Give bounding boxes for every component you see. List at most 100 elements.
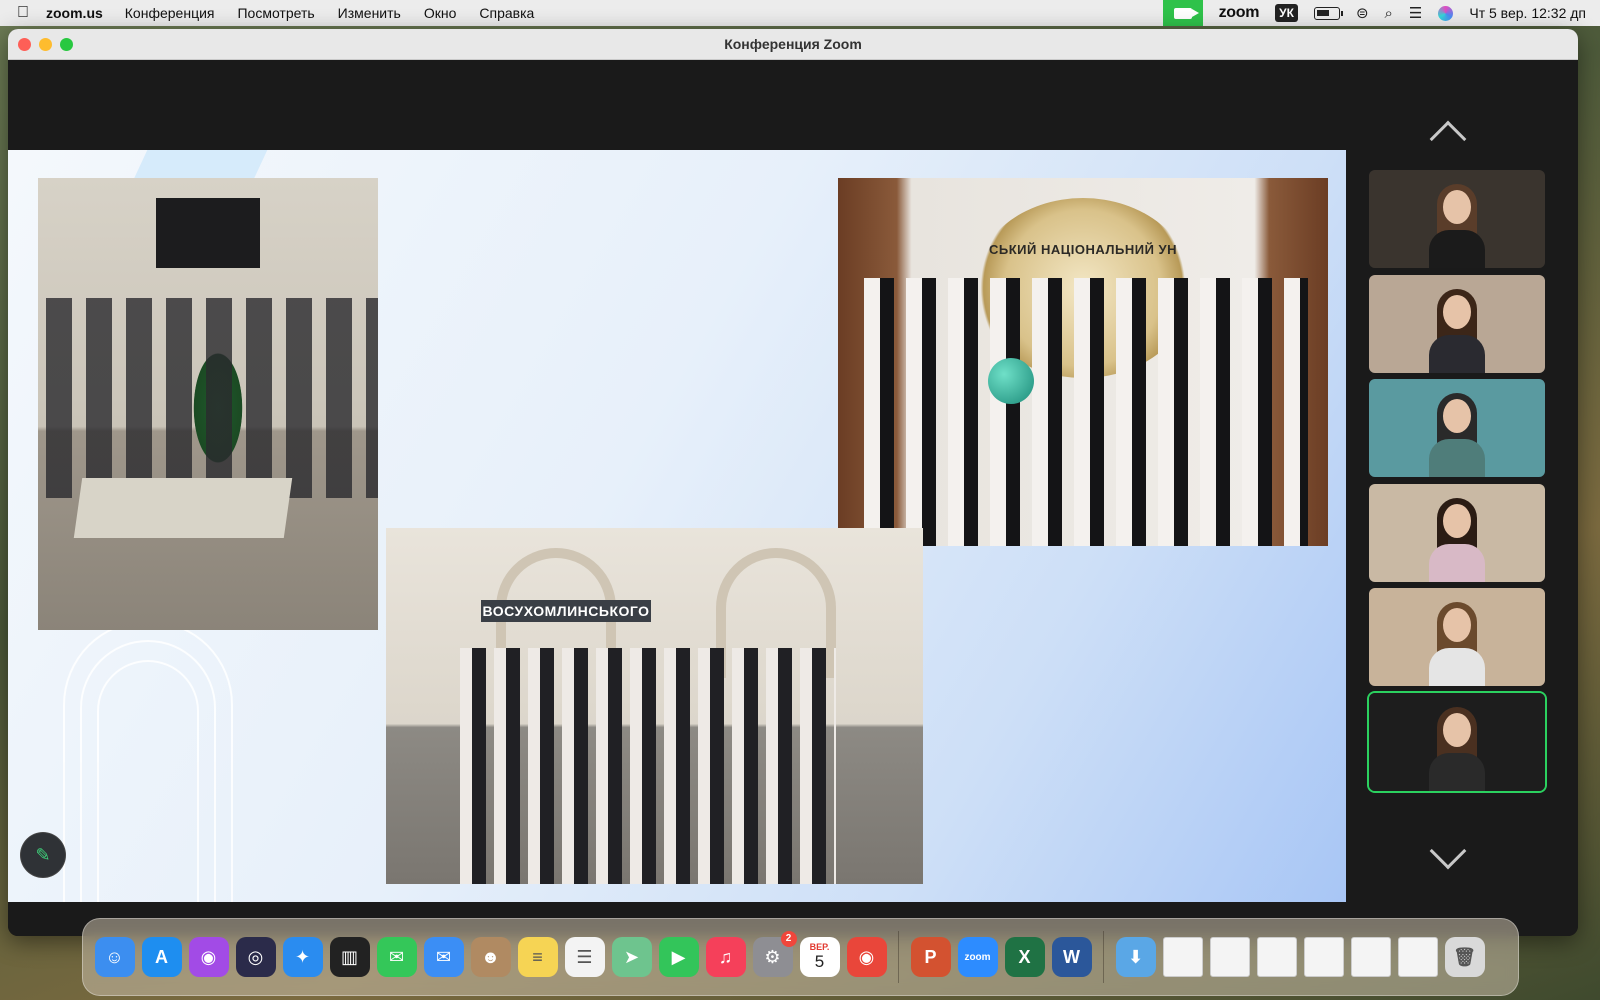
participants-strip [1348, 60, 1578, 936]
dock-glyph: ✉ [435, 946, 452, 967]
music-icon[interactable]: ♫ [705, 937, 746, 977]
siri-icon[interactable] [1438, 5, 1454, 21]
participant-avatar [1429, 287, 1485, 373]
dock-glyph: ▥ [340, 946, 358, 967]
participant-video-tile[interactable] [1369, 588, 1545, 686]
dock-glyph: zoom [964, 951, 991, 963]
window-titlebar: Конференция Zoom [8, 29, 1578, 60]
scroll-up-button[interactable] [1348, 116, 1548, 158]
siri-icon[interactable]: ◎ [235, 937, 276, 977]
zoom-icon[interactable]: zoom [957, 937, 998, 977]
torso [1429, 230, 1485, 268]
control-center-icon[interactable]: ☰ [1409, 4, 1422, 22]
menu-bar:  zoom.us Конференция Посмотреть Изменит… [0, 0, 1600, 26]
app-name-menu[interactable]: zoom.us [46, 5, 103, 21]
dock-glyph: A [155, 946, 168, 967]
people-group [858, 278, 1308, 546]
participant-avatar [1429, 600, 1485, 686]
dock-glyph: ✦ [294, 946, 311, 967]
participant-video-tile[interactable] [1369, 170, 1545, 268]
menu-view[interactable]: Посмотреть [237, 5, 314, 21]
people-group [38, 298, 378, 498]
finder-icon[interactable]: ☺ [94, 937, 135, 977]
dock-separator [898, 931, 899, 983]
balloon [988, 358, 1034, 404]
messages-icon[interactable]: ✉ [376, 937, 417, 977]
calendar-month: ВЕР. [809, 942, 830, 952]
document-thumbnail-icon[interactable] [1397, 937, 1438, 977]
dock-glyph: ⚙ [764, 946, 781, 967]
torso [1429, 648, 1485, 686]
dock-glyph: ≡ [532, 946, 543, 967]
document-thumbnail-icon[interactable] [1256, 937, 1297, 977]
menu-window[interactable]: Окно [424, 5, 457, 21]
torso [1429, 544, 1485, 582]
document-thumbnail-icon[interactable] [1303, 937, 1344, 977]
powerpoint-icon[interactable]: P [910, 937, 951, 977]
calendar-icon[interactable]: ВЕР. 5 [799, 937, 840, 977]
dock-glyph: ◉ [858, 946, 875, 967]
slide-decoration-arc [97, 660, 199, 902]
torso [1429, 439, 1485, 477]
document-thumbnail-icon[interactable] [1209, 937, 1250, 977]
participant-video-tile[interactable] [1369, 484, 1545, 582]
participant-video-tile[interactable] [1369, 275, 1545, 373]
face [1443, 608, 1471, 642]
input-language-indicator[interactable]: УК [1275, 4, 1298, 22]
document-thumbnail-icon[interactable] [1162, 937, 1203, 977]
participant-avatar [1429, 391, 1485, 477]
contacts-icon[interactable]: ☻ [470, 937, 511, 977]
shared-screen-area: СЬКИЙ НАЦІОНАЛЬНИЙ УН ВОСУХОМЛИНСЬКОГО ✎ [8, 60, 1348, 936]
screen-mirroring-icon[interactable]: ⊜ [1356, 4, 1369, 22]
battery-icon[interactable] [1313, 6, 1343, 20]
menu-bar-clock[interactable]: Чт 5 вер. 12:32 дп [1469, 5, 1586, 21]
podcasts-icon[interactable]: ◉ [188, 937, 229, 977]
mail-icon[interactable]: ✉ [423, 937, 464, 977]
people-group [456, 648, 836, 884]
window-title: Конференция Zoom [724, 36, 862, 52]
tv-screen [156, 198, 260, 268]
zoom-camera-status-icon[interactable] [1162, 0, 1203, 26]
scroll-down-button[interactable] [1348, 832, 1548, 870]
torso [1429, 335, 1485, 373]
search-icon[interactable]: ⌕ [1385, 5, 1393, 22]
christmas-group-photo [38, 178, 378, 630]
dock-glyph: ◉ [200, 946, 217, 967]
dock-glyph: 🗑 [1453, 946, 1476, 967]
system-settings-icon[interactable]: ⚙ 2 [752, 931, 797, 977]
apple-menu-icon[interactable]:  [0, 4, 46, 22]
excel-icon[interactable]: X [1004, 937, 1045, 977]
facetime-icon[interactable]: ▶ [658, 937, 699, 977]
participant-avatar [1429, 705, 1485, 791]
dock-glyph: ➤ [623, 946, 640, 967]
building-sign: ВОСУХОМЛИНСЬКОГО [481, 600, 651, 622]
annotate-pen-button[interactable]: ✎ [21, 833, 65, 877]
face [1443, 190, 1471, 224]
document-thumbnail-icon[interactable] [1350, 937, 1391, 977]
menu-edit[interactable]: Изменить [338, 5, 401, 21]
dock-separator [1103, 931, 1104, 983]
dock-glyph: ▶ [671, 946, 686, 967]
dock-glyph: ☻ [481, 946, 500, 967]
dock-glyph: ✉ [388, 946, 405, 967]
word-icon[interactable]: W [1051, 937, 1092, 977]
reminders-icon[interactable]: ☰ [564, 937, 605, 977]
participant-avatar [1429, 496, 1485, 582]
participant-video-tile[interactable] [1369, 379, 1545, 477]
zoom-status-label[interactable]: zoom [1219, 4, 1260, 22]
torso [1429, 753, 1485, 791]
building-group-photo: ВОСУХОМЛИНСЬКОГО [386, 528, 923, 884]
safari-icon[interactable]: ✦ [282, 937, 323, 977]
piano-icon[interactable]: ▥ [329, 937, 370, 977]
notes-icon[interactable]: ≡ [517, 937, 558, 977]
chevron-up-icon [1429, 120, 1467, 158]
trash-icon[interactable]: 🗑 [1444, 937, 1485, 977]
menu-conference[interactable]: Конференция [125, 5, 215, 21]
app-store-icon[interactable]: A [141, 937, 182, 977]
dock-glyph: P [924, 946, 937, 967]
menu-help[interactable]: Справка [479, 5, 534, 21]
downloads-folder-icon[interactable]: ⬇ [1115, 937, 1156, 977]
participant-video-tile[interactable] [1369, 693, 1545, 791]
maps-icon[interactable]: ➤ [611, 937, 652, 977]
chrome-icon[interactable]: ◉ [846, 937, 887, 977]
